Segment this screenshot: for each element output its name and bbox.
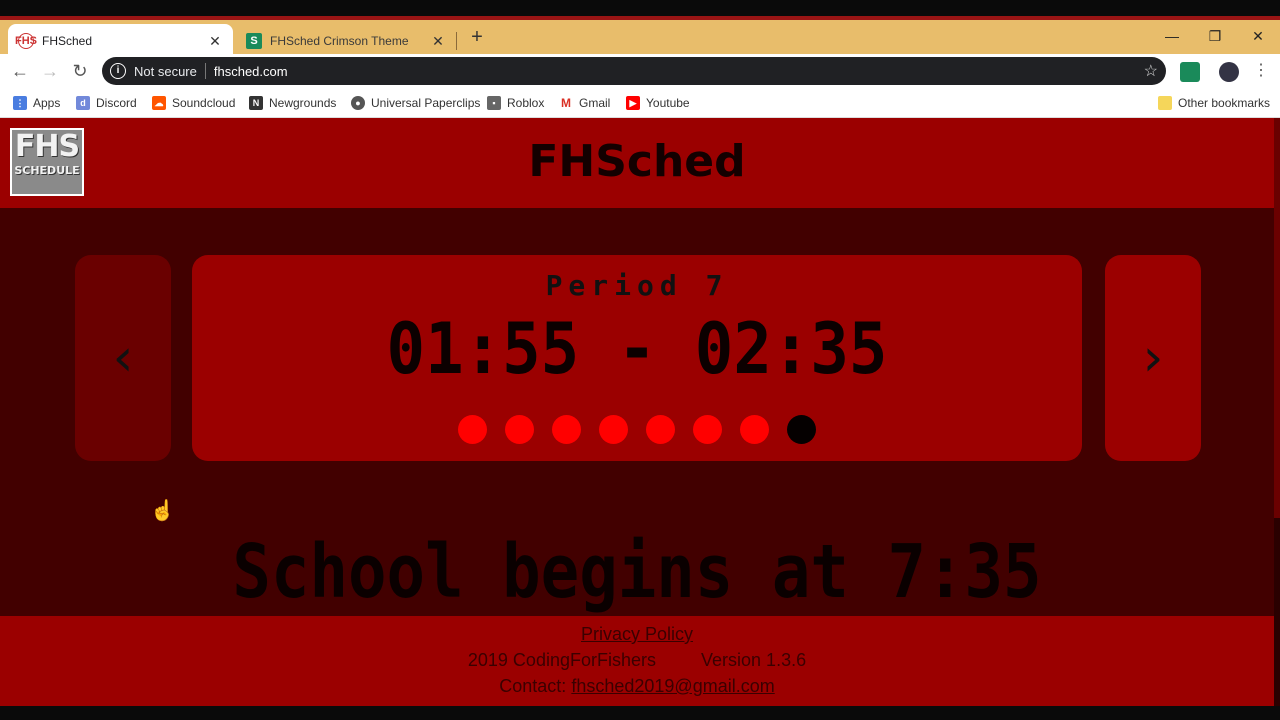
contact-email-link[interactable]: fhsched2019@gmail.com bbox=[571, 676, 774, 696]
page-content: FHS SCHEDULE FHSched ‹ Period 7 01:55 - … bbox=[0, 118, 1274, 706]
scrollbar-thumb[interactable] bbox=[1274, 518, 1280, 706]
close-tab-icon[interactable]: ✕ bbox=[207, 33, 223, 50]
soundcloud-icon: ☁ bbox=[152, 96, 166, 110]
site-footer: Privacy Policy 2019 CodingForFishers Ver… bbox=[0, 616, 1274, 706]
bookmark-label: Universal Paperclips bbox=[371, 96, 481, 110]
chevron-right-icon: › bbox=[1142, 328, 1164, 388]
tab-strip: FHS FHSched ✕ S FHSched Crimson Theme ✕ … bbox=[0, 16, 1280, 58]
window-top-edge bbox=[0, 0, 1280, 16]
bookmark-roblox[interactable]: ▪ Roblox bbox=[487, 94, 544, 112]
security-status[interactable]: Not secure bbox=[134, 64, 197, 79]
tab-crimson-theme[interactable]: S FHSched Crimson Theme ✕ bbox=[236, 24, 456, 58]
bookmark-newgrounds[interactable]: N Newgrounds bbox=[249, 94, 336, 112]
school-begins-message: School begins at 7:35 bbox=[232, 530, 1042, 616]
period-dot[interactable] bbox=[458, 415, 487, 444]
url-text[interactable]: fhsched.com bbox=[214, 64, 288, 79]
other-bookmarks[interactable]: Other bookmarks bbox=[1158, 94, 1270, 112]
navigation-bar: ← → ↻ i Not secure fhsched.com ☆ ⋮ bbox=[0, 54, 1280, 88]
period-indicator-dots bbox=[192, 415, 1082, 444]
bookmark-label: Youtube bbox=[646, 96, 690, 110]
bookmark-label: Newgrounds bbox=[269, 96, 337, 110]
hand-cursor-icon: ☝ bbox=[150, 500, 175, 522]
reload-button[interactable]: ↻ bbox=[69, 60, 91, 82]
period-dot[interactable] bbox=[693, 415, 722, 444]
bookmark-label: Soundcloud bbox=[172, 96, 236, 110]
other-bookmarks-label: Other bookmarks bbox=[1178, 96, 1271, 110]
tab-title: FHSched bbox=[42, 34, 93, 48]
next-period-button[interactable]: › bbox=[1105, 255, 1201, 461]
period-dot[interactable] bbox=[599, 415, 628, 444]
contact-label: Contact: bbox=[499, 676, 567, 696]
close-tab-icon[interactable]: ✕ bbox=[430, 33, 446, 50]
bookmark-label: Gmail bbox=[579, 96, 611, 110]
tab-title: FHSched Crimson Theme bbox=[270, 34, 409, 48]
version-text: Version 1.3.6 bbox=[701, 650, 807, 670]
back-button[interactable]: ← bbox=[9, 60, 31, 82]
address-bar[interactable]: i Not secure fhsched.com ☆ bbox=[102, 57, 1166, 85]
bookmark-star-icon[interactable]: ☆ bbox=[1144, 61, 1158, 81]
fhsched-favicon-icon: FHS bbox=[15, 33, 37, 49]
globe-icon: ● bbox=[351, 96, 365, 110]
newgrounds-icon: N bbox=[249, 96, 263, 110]
period-dot[interactable] bbox=[552, 415, 581, 444]
roblox-icon: ▪ bbox=[487, 96, 501, 110]
period-time-range: 01:55 - 02:35 bbox=[386, 309, 888, 391]
bookmark-label: Discord bbox=[96, 96, 137, 110]
period-dot[interactable] bbox=[646, 415, 675, 444]
bookmark-label: Apps bbox=[33, 96, 61, 110]
bookmark-apps[interactable]: ⋮ Apps bbox=[13, 94, 60, 112]
bookmark-discord[interactable]: d Discord bbox=[76, 94, 137, 112]
sheets-favicon-icon: S bbox=[246, 33, 262, 49]
omnibox-divider bbox=[204, 63, 206, 79]
bookmarks-bar: ⋮ Apps d Discord ☁ Soundcloud N Newgroun… bbox=[0, 88, 1280, 118]
close-window-button[interactable]: ✕ bbox=[1238, 24, 1278, 48]
discord-icon: d bbox=[76, 96, 90, 110]
youtube-icon: ▶ bbox=[626, 96, 640, 110]
site-header: FHS SCHEDULE FHSched bbox=[0, 118, 1274, 208]
window-bottom-edge bbox=[0, 706, 1280, 720]
bookmark-universal-paperclips[interactable]: ● Universal Paperclips bbox=[351, 94, 480, 112]
apps-grid-icon: ⋮ bbox=[13, 96, 27, 110]
new-tab-button[interactable]: + bbox=[466, 26, 488, 48]
info-icon[interactable]: i bbox=[110, 63, 126, 79]
folder-icon bbox=[1158, 96, 1172, 110]
gmail-icon: M bbox=[559, 96, 573, 110]
sheets-extension-icon[interactable] bbox=[1180, 62, 1200, 82]
page-scrollbar[interactable] bbox=[1274, 118, 1280, 706]
bookmark-gmail[interactable]: M Gmail bbox=[559, 94, 610, 112]
period-dot[interactable] bbox=[505, 415, 534, 444]
period-dot[interactable] bbox=[740, 415, 769, 444]
profile-avatar[interactable] bbox=[1219, 62, 1239, 82]
copyright-text: 2019 CodingForFishers bbox=[467, 650, 656, 670]
restore-button[interactable]: ❐ bbox=[1195, 24, 1235, 48]
menu-icon[interactable]: ⋮ bbox=[1250, 60, 1272, 82]
period-card: Period 7 01:55 - 02:35 bbox=[192, 255, 1082, 461]
previous-period-button[interactable]: ‹ bbox=[75, 255, 171, 461]
tab-fhsched[interactable]: FHS FHSched ✕ bbox=[8, 24, 233, 58]
privacy-policy-link[interactable]: Privacy Policy bbox=[581, 624, 693, 644]
period-dot-current[interactable] bbox=[787, 415, 816, 444]
period-label: Period 7 bbox=[545, 269, 729, 302]
tab-divider bbox=[456, 32, 457, 50]
chevron-left-icon: ‹ bbox=[112, 328, 134, 388]
bookmark-youtube[interactable]: ▶ Youtube bbox=[626, 94, 690, 112]
bookmark-label: Roblox bbox=[507, 96, 545, 110]
site-title: FHSched bbox=[528, 136, 746, 187]
bookmark-soundcloud[interactable]: ☁ Soundcloud bbox=[152, 94, 235, 112]
minimize-button[interactable]: — bbox=[1152, 24, 1192, 48]
forward-button[interactable]: → bbox=[39, 60, 61, 82]
